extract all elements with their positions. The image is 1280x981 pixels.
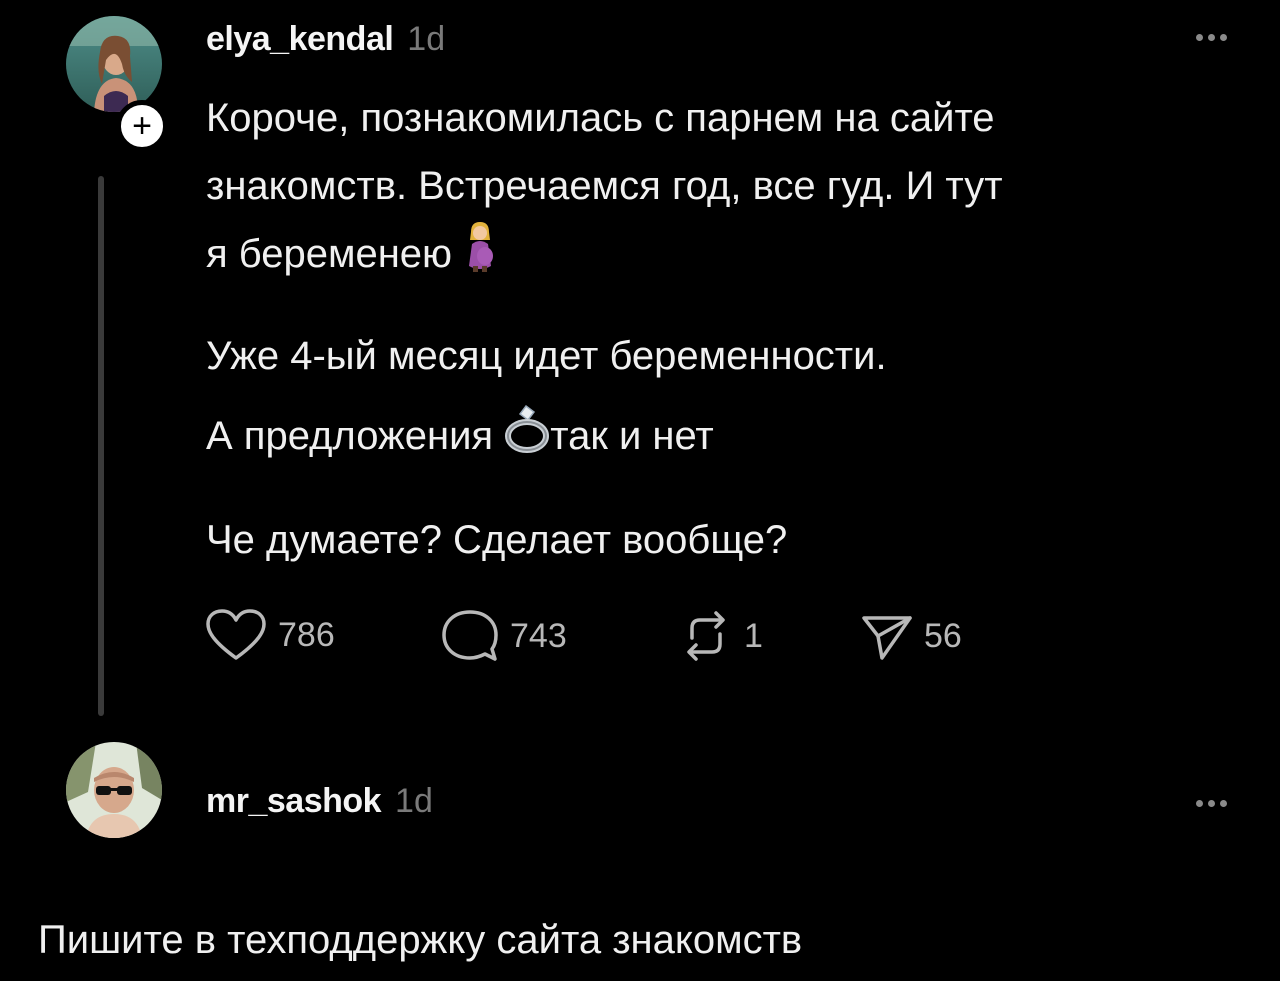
post-text-fragment: А предложения (206, 414, 494, 459)
like-button[interactable]: 786 (204, 608, 335, 662)
avatar-photo (66, 742, 162, 838)
post-text-fragment: так и нет (550, 414, 714, 459)
post-username[interactable]: elya_kendal (206, 20, 394, 59)
reply-username[interactable]: mr_sashok (206, 782, 382, 821)
post-timestamp: 1d (407, 20, 446, 58)
post-header: elya_kendal 1d (206, 20, 445, 59)
post-text-line: знакомств. Встречаемся год, все гуд. И т… (206, 164, 1003, 208)
reply-text: Пишите в техподдержку сайта знакомств (38, 918, 803, 962)
reply-timestamp: 1d (395, 782, 433, 820)
repost-icon (687, 611, 725, 661)
post-text-line: я беременею (206, 220, 497, 293)
post-text-line: А предложения так и нет (206, 402, 714, 475)
repost-count: 1 (744, 616, 763, 655)
thread-line (98, 176, 104, 716)
post-more-icon[interactable] (1196, 34, 1227, 41)
like-count: 786 (278, 615, 335, 654)
repost-button[interactable]: 1 (678, 608, 763, 664)
share-count: 56 (924, 616, 962, 655)
post-text-line: Уже 4-ый месяц идет беременности. (206, 334, 887, 378)
reply-header: mr_sashok 1d (206, 782, 433, 821)
post-text-line: Че думаете? Сделает вообще? (206, 518, 788, 562)
pregnant-woman-emoji-icon (463, 220, 497, 293)
send-icon (862, 616, 912, 660)
share-button[interactable]: 56 (858, 608, 962, 664)
heart-icon (206, 609, 266, 660)
ring-emoji-icon (504, 402, 550, 475)
comment-icon (442, 610, 498, 661)
author-avatar[interactable] (66, 16, 162, 112)
plus-icon: + (132, 107, 152, 145)
reply-author-avatar[interactable] (66, 742, 162, 838)
reply-count: 743 (510, 616, 567, 655)
follow-plus-button[interactable]: + (116, 100, 168, 152)
reply-button[interactable]: 743 (440, 608, 567, 664)
avatar-photo (66, 16, 162, 112)
post-text-line: Короче, познакомилась с парнем на сайте (206, 96, 995, 140)
reply-more-icon[interactable] (1196, 800, 1227, 807)
post-text-fragment: я беременею (206, 232, 453, 277)
